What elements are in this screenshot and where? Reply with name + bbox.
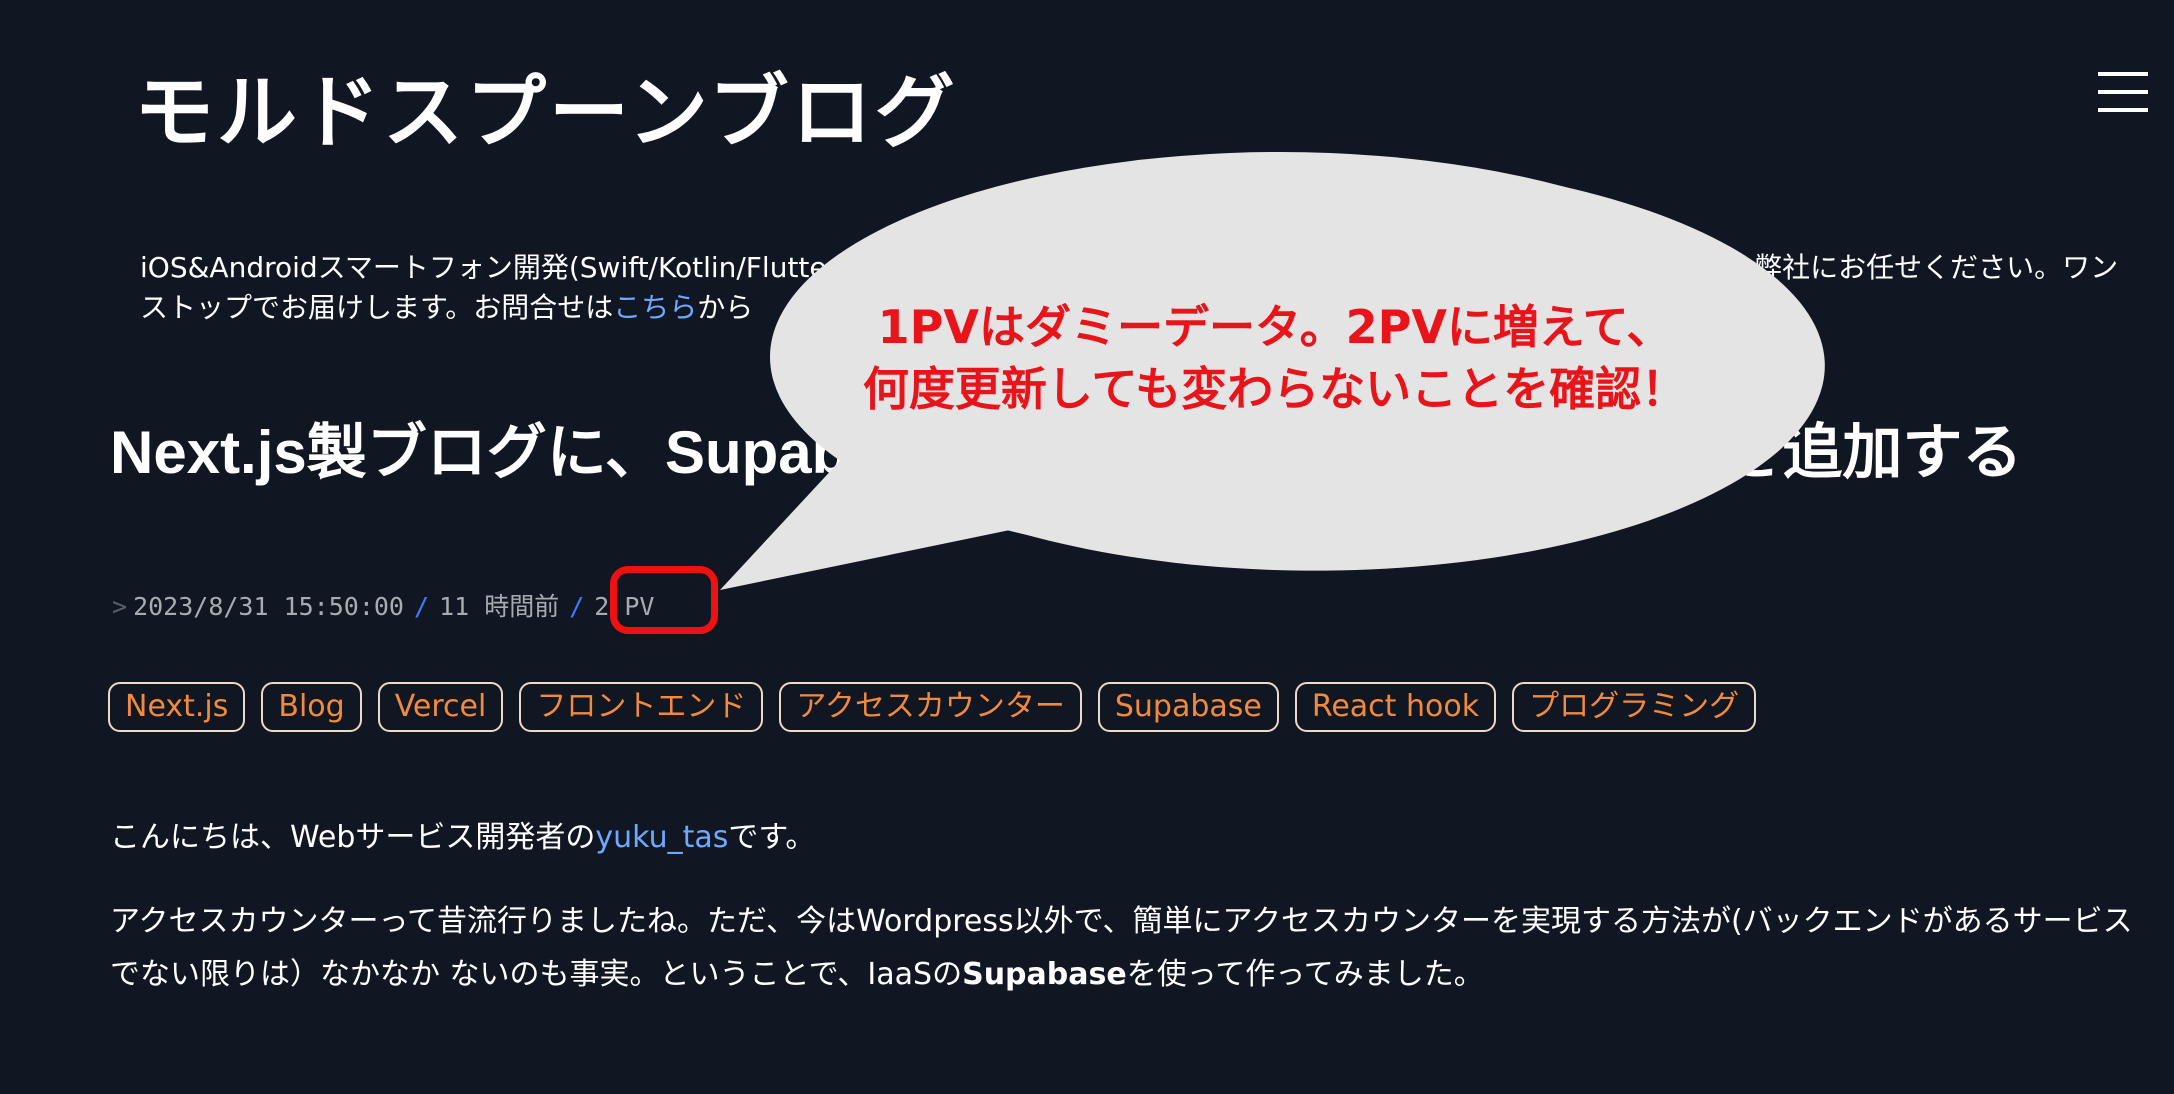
meta-arrow-icon: >: [112, 592, 128, 621]
relative-time: 11 時間前: [439, 592, 560, 621]
pv-highlight-box: [610, 566, 718, 634]
annotation-line-1: 1PVはダミーデータ。2PVに増えて、: [877, 300, 1673, 354]
menu-line: [2098, 90, 2148, 94]
intro-paragraph: アクセスカウンターって昔流行りましたね。ただ、今はWordpress以外で、簡単…: [110, 895, 2160, 1001]
greeting-paragraph: こんにちは、Webサービス開発者のyuku_tasです。: [110, 815, 815, 861]
tag-supabase[interactable]: Supabase: [1097, 682, 1279, 732]
menu-line: [2098, 72, 2148, 76]
tag-nextjs[interactable]: Next.js: [108, 682, 246, 732]
greeting-text: こんにちは、Webサービス開発者の: [110, 820, 596, 855]
tag-list: Next.js Blog Vercel フロントエンド アクセスカウンター Su…: [108, 682, 1757, 732]
supabase-bold: Supabase: [962, 957, 1127, 992]
tag-react-hook[interactable]: React hook: [1294, 682, 1497, 732]
meta-separator: /: [414, 592, 430, 621]
contact-link[interactable]: こちら: [613, 291, 697, 324]
annotation-line-2: 何度更新しても変わらないことを確認！: [862, 362, 1688, 416]
hamburger-menu-icon[interactable]: [2098, 70, 2148, 114]
greeting-text-end: です。: [728, 820, 816, 855]
tag-blog[interactable]: Blog: [261, 682, 362, 732]
tag-frontend[interactable]: フロントエンド: [519, 682, 764, 732]
tag-vercel[interactable]: Vercel: [377, 682, 504, 732]
tag-programming[interactable]: プログラミング: [1512, 682, 1757, 732]
meta-separator: /: [569, 592, 585, 621]
article-meta: >2023/8/31 15:50:00/11 時間前/2 PV: [112, 589, 655, 625]
site-logo[interactable]: モルドスプーンブログ: [134, 58, 958, 168]
menu-line: [2098, 108, 2148, 112]
annotation-text: 1PVはダミーデータ。2PVに増えて、 何度更新しても変わらないことを確認！: [770, 296, 1780, 420]
blog-page: モルドスプーンブログ iOS&Androidスマートフォン開発(Swift/Ko…: [0, 0, 2174, 1094]
tag-access-counter[interactable]: アクセスカウンター: [779, 682, 1082, 732]
intro-text-start: iOS&Androidスマートフォン開発(Swift/Kotlin/Flutte…: [140, 251, 850, 284]
body-text-end: を使って作ってみました。: [1126, 957, 1484, 992]
intro-text-end: から: [697, 291, 754, 324]
author-link[interactable]: yuku_tas: [595, 820, 728, 855]
post-datetime: 2023/8/31 15:50:00: [133, 592, 404, 621]
